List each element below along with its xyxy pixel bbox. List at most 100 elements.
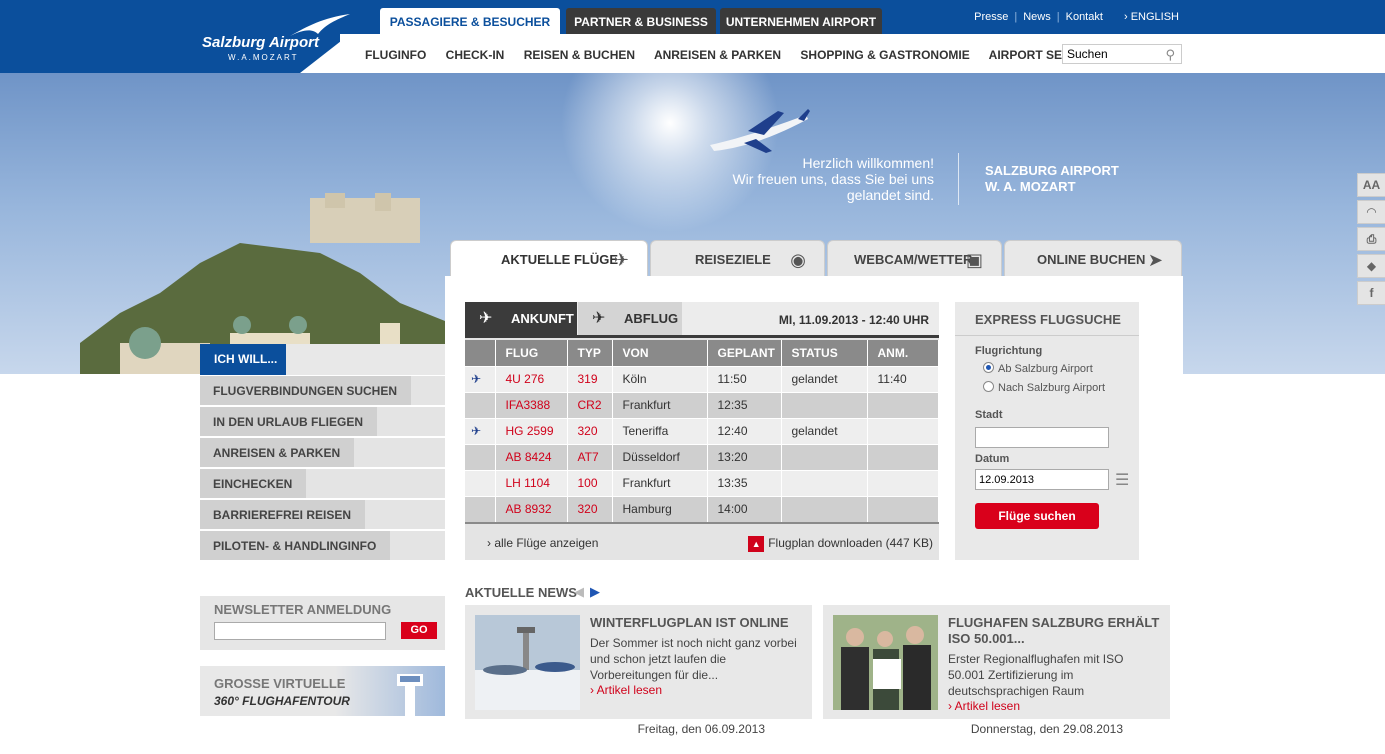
newsletter-email-input[interactable] <box>214 622 386 640</box>
read-more-link[interactable]: › Artikel lesen <box>590 683 662 697</box>
newsletter-go-button[interactable]: GO <box>401 622 437 639</box>
col-status: STATUS <box>781 340 868 366</box>
nav-fluginfo[interactable]: FLUGINFO <box>365 48 426 62</box>
city-input[interactable] <box>975 427 1109 448</box>
news-card: WINTERFLUGPLAN IST ONLINE Der Sommer ist… <box>465 605 812 719</box>
calendar-icon[interactable]: ☰ <box>1115 470 1129 490</box>
news-text: Der Sommer ist noch nicht ganz vorbei un… <box>590 636 797 682</box>
all-flights-link[interactable]: › alle Flüge anzeigen <box>487 536 598 550</box>
facebook-icon[interactable]: f <box>1357 281 1385 305</box>
tour-line-2: 360° FLUGHAFENTOUR <box>214 694 350 708</box>
prev-arrow-icon[interactable]: ◀ <box>574 584 584 599</box>
table-row: IFA3388 CR2 Frankfurt 12:35 <box>465 391 939 418</box>
tab-current-flights[interactable]: AKTUELLE FLÜGE ✈ <box>450 240 648 276</box>
news-title[interactable]: WINTERFLUGPLAN IST ONLINE <box>590 615 805 631</box>
cell-status <box>781 391 868 418</box>
cell-flight[interactable]: LH 1104 <box>495 469 568 496</box>
direction-label: Flugrichtung <box>975 345 1043 357</box>
left-nav-header: ICH WILL... <box>200 344 445 375</box>
radio-checked-icon <box>983 362 994 373</box>
tab-passengers[interactable]: PASSAGIERE & BESUCHER <box>380 8 560 34</box>
plane-icon: ✈ <box>613 250 629 270</box>
col-icon <box>465 340 496 366</box>
brand-text: SALZBURG AIRPORT W. A. MOZART <box>985 163 1119 195</box>
search-input[interactable] <box>1063 45 1158 63</box>
tab-online-booking[interactable]: ONLINE BUCHEN ➤ <box>1004 240 1182 276</box>
left-nav-item-search-connections[interactable]: FLUGVERBINDUNGEN SUCHEN <box>200 375 445 405</box>
landed-icon <box>465 495 496 522</box>
virtual-tour-banner[interactable]: GROSSE VIRTUELLE 360° FLUGHAFENTOUR <box>200 666 445 716</box>
brand-line-2: W. A. MOZART <box>985 179 1076 194</box>
tab-destinations-label: REISEZIELE <box>695 252 771 267</box>
nav-travel[interactable]: REISEN & BUCHEN <box>524 48 635 62</box>
print-icon[interactable]: ⎙ <box>1357 227 1385 251</box>
news-title[interactable]: FLUGHAFEN SALZBURG ERHÄLT ISO 50.001... <box>948 615 1163 647</box>
tab-partner[interactable]: PARTNER & BUSINESS <box>566 8 716 34</box>
tab-company[interactable]: UNTERNEHMEN AIRPORT <box>720 8 882 34</box>
radio-unchecked-icon <box>983 381 994 392</box>
city-label: Stadt <box>975 409 1003 421</box>
express-divider <box>955 335 1139 336</box>
cell-status <box>781 495 868 522</box>
link-contact[interactable]: Kontakt <box>1060 11 1109 23</box>
tab-webcam-weather[interactable]: WEBCAM/WETTER ▣ <box>827 240 1002 276</box>
left-nav-item-accessible[interactable]: BARRIEREFREI REISEN <box>200 499 445 529</box>
radio-from-salzburg[interactable]: Ab Salzburg Airport <box>983 362 1093 375</box>
left-nav-label: ANREISEN & PARKEN <box>200 438 355 467</box>
link-english[interactable]: › ENGLISH <box>1118 11 1185 23</box>
cell-planned: 12:40 <box>707 417 782 444</box>
radio-to-salzburg[interactable]: Nach Salzburg Airport <box>983 381 1105 394</box>
font-size-icon[interactable]: AA <box>1357 173 1385 197</box>
col-flight: FLUG <box>495 340 568 366</box>
nav-shopping[interactable]: SHOPPING & GASTRONOMIE <box>800 48 969 62</box>
nav-checkin[interactable]: CHECK-IN <box>446 48 505 62</box>
left-nav-label: BARRIEREFREI REISEN <box>200 500 366 529</box>
tag-icon[interactable]: ◆ <box>1357 254 1385 278</box>
search-flights-button[interactable]: Flüge suchen <box>975 503 1099 529</box>
cell-type: CR2 <box>567 391 613 418</box>
search-icon[interactable]: ⚲ <box>1165 47 1175 63</box>
logo[interactable]: Salzburg Airport W.A.MOZART <box>200 12 360 62</box>
side-toolbar: AA ◠ ⎙ ◆ f <box>1357 173 1385 308</box>
radio-to-label: Nach Salzburg Airport <box>998 382 1105 394</box>
cell-from: Düsseldorf <box>612 443 708 470</box>
download-link[interactable]: ▲ Flugplan downloaden (447 KB) <box>748 536 933 552</box>
cell-flight[interactable]: HG 2599 <box>495 417 568 444</box>
tab-destinations[interactable]: REISEZIELE ◉ <box>650 240 825 276</box>
cell-flight[interactable]: AB 8932 <box>495 495 568 522</box>
table-row: AB 8424 AT7 Düsseldorf 13:20 <box>465 443 939 470</box>
cell-type: AT7 <box>567 443 613 470</box>
left-nav-item-parking[interactable]: ANREISEN & PARKEN <box>200 437 445 467</box>
rss-icon[interactable]: ◠ <box>1357 200 1385 224</box>
welcome-divider <box>958 153 959 205</box>
cell-flight[interactable]: AB 8424 <box>495 443 568 470</box>
cell-note: 11:40 <box>867 365 939 392</box>
date-input[interactable] <box>975 469 1109 490</box>
cell-from: Frankfurt <box>612 391 708 418</box>
express-title: EXPRESS FLUGSUCHE <box>975 312 1121 327</box>
tab-departures[interactable]: ✈ ABFLUG <box>578 302 682 335</box>
left-nav-item-checkin[interactable]: EINCHECKEN <box>200 468 445 498</box>
landed-icon: ✈ <box>465 417 496 444</box>
cell-flight[interactable]: IFA3388 <box>495 391 568 418</box>
landed-icon: ✈ <box>465 365 496 392</box>
radio-from-label: Ab Salzburg Airport <box>998 363 1093 375</box>
link-news[interactable]: News <box>1017 11 1057 23</box>
next-arrow-icon[interactable]: ▶ <box>590 584 600 599</box>
read-more-link[interactable]: › Artikel lesen <box>948 699 1020 713</box>
cell-flight[interactable]: 4U 276 <box>495 365 568 392</box>
left-nav-item-pilots[interactable]: PILOTEN- & HANDLINGINFO <box>200 530 445 560</box>
link-press[interactable]: Presse <box>968 11 1014 23</box>
left-nav-item-vacation[interactable]: IN DEN URLAUB FLIEGEN <box>200 406 445 436</box>
nav-parking[interactable]: ANREISEN & PARKEN <box>654 48 781 62</box>
cell-note <box>867 495 939 522</box>
control-tower-icon <box>397 674 423 716</box>
landed-icon <box>465 443 496 470</box>
tab-arrivals[interactable]: ✈ ANKUNFT <box>465 302 577 335</box>
logo-name: Salzburg Airport <box>202 34 319 51</box>
cell-status: gelandet <box>781 365 868 392</box>
takeoff-icon: ✈ <box>592 310 606 327</box>
cell-planned: 11:50 <box>707 365 782 392</box>
cell-note <box>867 469 939 496</box>
news-text: Erster Regionalflughafen mit ISO 50.001 … <box>948 652 1124 698</box>
